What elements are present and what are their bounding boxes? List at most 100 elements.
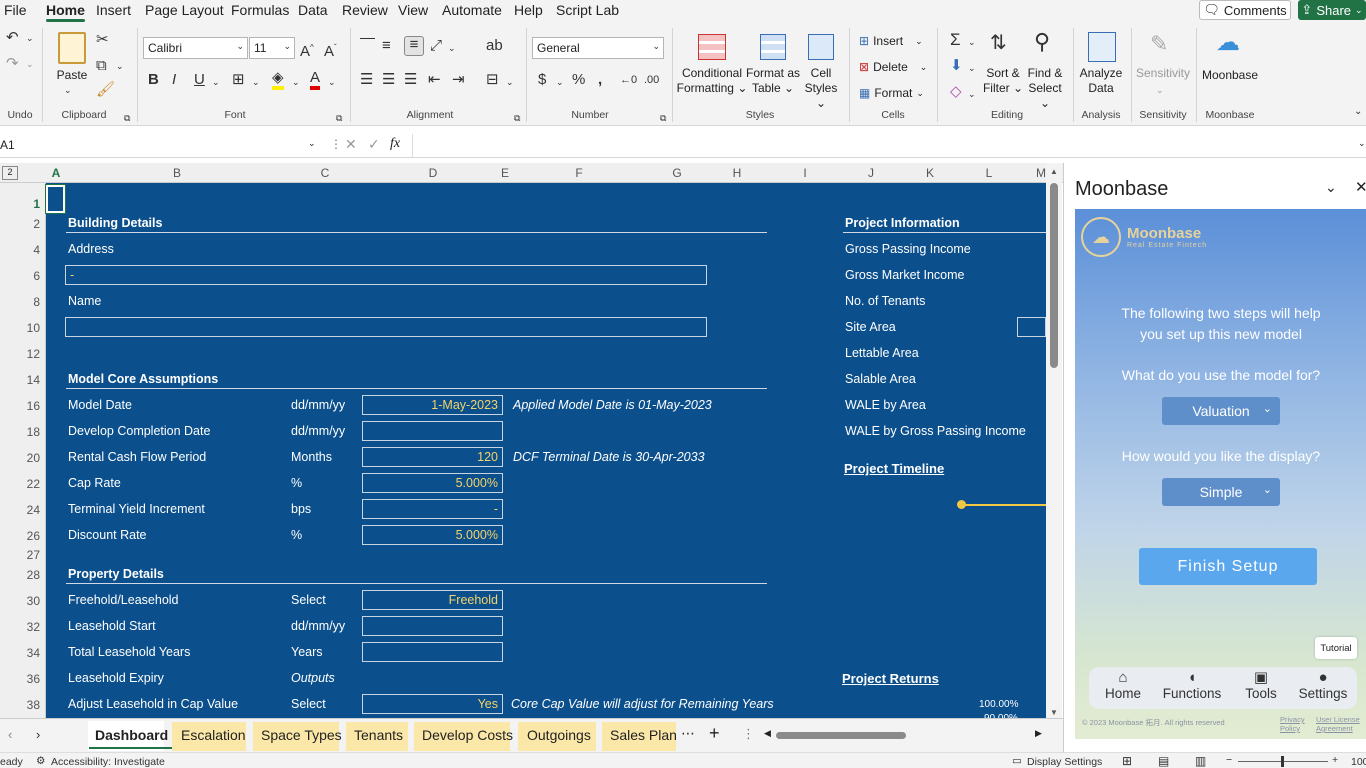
privacy-policy-link[interactable]: Privacy Policy	[1280, 715, 1305, 733]
redo-icon[interactable]: ↷	[6, 56, 19, 72]
chevron-down-icon[interactable]: ⌄	[64, 82, 72, 98]
project-returns-link[interactable]: Project Returns	[842, 671, 939, 686]
dialog-launcher-icon[interactable]: ⧉	[514, 110, 520, 126]
decrease-indent-icon[interactable]: ⇤	[428, 72, 441, 88]
menu-page-layout[interactable]: Page Layout	[145, 2, 224, 18]
chevron-down-icon[interactable]: ⌄	[26, 56, 34, 72]
row-header[interactable]: 8	[33, 295, 40, 309]
accessibility-status[interactable]: Accessibility: Investigate	[51, 756, 165, 768]
chevron-down-icon[interactable]: ⌄	[212, 74, 220, 90]
add-sheet-icon[interactable]: +	[709, 723, 720, 744]
column-header[interactable]: B	[66, 166, 288, 180]
discount-rate-input[interactable]: 5.000%	[362, 525, 503, 545]
row-header[interactable]: 34	[27, 646, 40, 660]
share-button[interactable]: ⇪ Share ⌄	[1298, 0, 1366, 20]
align-left-icon[interactable]: ☰	[360, 72, 373, 88]
site-area-input[interactable]	[1017, 317, 1046, 337]
analyze-data-icon[interactable]	[1088, 32, 1116, 62]
sort-filter-button[interactable]: Sort & Filter ⌄	[982, 66, 1024, 96]
menu-insert[interactable]: Insert	[96, 2, 131, 18]
more-options-icon[interactable]: ⋮	[330, 137, 342, 151]
row-header[interactable]: 28	[27, 568, 40, 582]
project-timeline-link[interactable]: Project Timeline	[844, 461, 944, 476]
font-size-select[interactable]: 11 ⌄	[249, 37, 295, 59]
zoom-out-icon[interactable]: −	[1226, 754, 1232, 766]
sheet-tab-outgoings[interactable]: Outgoings	[527, 727, 591, 743]
decrease-font-icon[interactable]: Aˇ	[324, 40, 337, 60]
name-box[interactable]: A1 ⌄	[0, 136, 322, 156]
sheet-tab-tenants[interactable]: Tenants	[354, 727, 403, 743]
normal-view-icon[interactable]: ⊞	[1122, 754, 1132, 768]
decrease-decimal-icon[interactable]: .00	[644, 72, 659, 88]
align-bottom-icon[interactable]: ≡	[404, 36, 424, 56]
chevron-down-icon[interactable]: ⌄	[448, 40, 456, 56]
model-date-input[interactable]: 1-May-2023	[362, 395, 503, 415]
row-header[interactable]: 12	[27, 347, 40, 361]
row-header[interactable]: 10	[27, 321, 40, 335]
zoom-level[interactable]: 100	[1351, 756, 1366, 768]
orientation-icon[interactable]: ⤢	[430, 38, 442, 54]
adjust-leasehold-input[interactable]: Yes	[362, 694, 503, 714]
format-cells-button[interactable]: ▦ Format ⌄	[859, 86, 924, 100]
align-center-icon[interactable]: ☰	[382, 72, 395, 88]
menu-script-lab[interactable]: Script Lab	[556, 2, 619, 18]
chevron-down-icon[interactable]: ⌄	[252, 74, 260, 90]
cell-styles-icon[interactable]	[808, 34, 834, 60]
menu-review[interactable]: Review	[342, 2, 388, 18]
fill-color-icon[interactable]: ◈	[272, 70, 284, 90]
sheet-tab-dashboard[interactable]: Dashboard	[88, 727, 175, 749]
increase-font-icon[interactable]: A^	[300, 40, 314, 60]
sheet-tab-escalation[interactable]: Escalation	[181, 727, 246, 743]
underline-icon[interactable]: U	[194, 72, 205, 88]
display-settings-icon[interactable]: ▭	[1012, 755, 1022, 767]
display-select[interactable]: Simple ⌄	[1162, 478, 1280, 506]
chevron-down-icon[interactable]: ⌄	[968, 60, 976, 76]
sort-filter-icon[interactable]: ⇅	[990, 32, 1007, 54]
dialog-launcher-icon[interactable]: ⧉	[336, 110, 342, 126]
total-leasehold-input[interactable]	[362, 642, 503, 662]
scroll-left-icon[interactable]: ◀	[764, 728, 771, 739]
moonbase-button[interactable]: Moonbase	[1200, 68, 1260, 83]
format-as-table-icon[interactable]	[760, 34, 786, 60]
delete-cells-button[interactable]: ⊠ Delete ⌄	[859, 60, 927, 74]
undo-icon[interactable]: ↶	[6, 30, 19, 46]
find-select-icon[interactable]: ⚲	[1034, 30, 1050, 54]
row-header[interactable]: 36	[27, 672, 40, 686]
row-header[interactable]: 16	[27, 399, 40, 413]
row-header[interactable]: 26	[27, 529, 40, 543]
increase-decimal-icon[interactable]: ←0	[620, 72, 637, 88]
finish-setup-button[interactable]: Finish Setup	[1139, 548, 1317, 585]
outline-level-2[interactable]: 2	[2, 166, 18, 180]
nav-home[interactable]: ⌂ Home	[1093, 669, 1153, 701]
row-header[interactable]: 24	[27, 503, 40, 517]
model-use-select[interactable]: Valuation ⌄	[1162, 397, 1280, 425]
paste-label[interactable]: Paste	[56, 68, 88, 83]
nav-functions[interactable]: ◖ Functions	[1159, 669, 1225, 701]
cell-styles-button[interactable]: Cell Styles ⌄	[800, 66, 842, 111]
column-header[interactable]: E	[494, 166, 516, 180]
next-sheet-icon[interactable]: ›	[36, 727, 40, 742]
zoom-in-icon[interactable]: +	[1332, 754, 1338, 766]
italic-icon[interactable]: I	[172, 72, 176, 88]
increase-indent-icon[interactable]: ⇥	[452, 72, 465, 88]
vertical-scrollbar[interactable]: ▲ ▼	[1046, 163, 1062, 718]
column-header[interactable]: K	[900, 166, 960, 180]
copy-icon[interactable]: ⧉	[96, 58, 107, 74]
menu-help[interactable]: Help	[514, 2, 543, 18]
conditional-formatting-icon[interactable]	[698, 34, 726, 60]
dialog-launcher-icon[interactable]: ⧉	[660, 110, 666, 126]
pane-options-icon[interactable]: ⌄	[1325, 179, 1337, 196]
borders-icon[interactable]: ⊞	[232, 72, 245, 88]
dashboard-sheet[interactable]: Building Details Address - Name Model Co…	[45, 183, 1046, 718]
more-sheets-icon[interactable]: ⋯	[681, 725, 695, 742]
terminal-yield-input[interactable]: -	[362, 499, 503, 519]
format-painter-icon[interactable]: 🖌	[96, 82, 115, 98]
name-input[interactable]	[65, 317, 707, 337]
chevron-down-icon[interactable]: ⌄	[328, 74, 336, 90]
chevron-down-icon[interactable]: ⌄	[506, 74, 514, 90]
column-header[interactable]: G	[648, 166, 706, 180]
row-header[interactable]: 18	[27, 425, 40, 439]
comments-button[interactable]: 🗨 Comments	[1199, 0, 1291, 20]
sheet-tab-space-types[interactable]: Space Types	[261, 727, 342, 743]
menu-home[interactable]: Home	[46, 2, 85, 22]
